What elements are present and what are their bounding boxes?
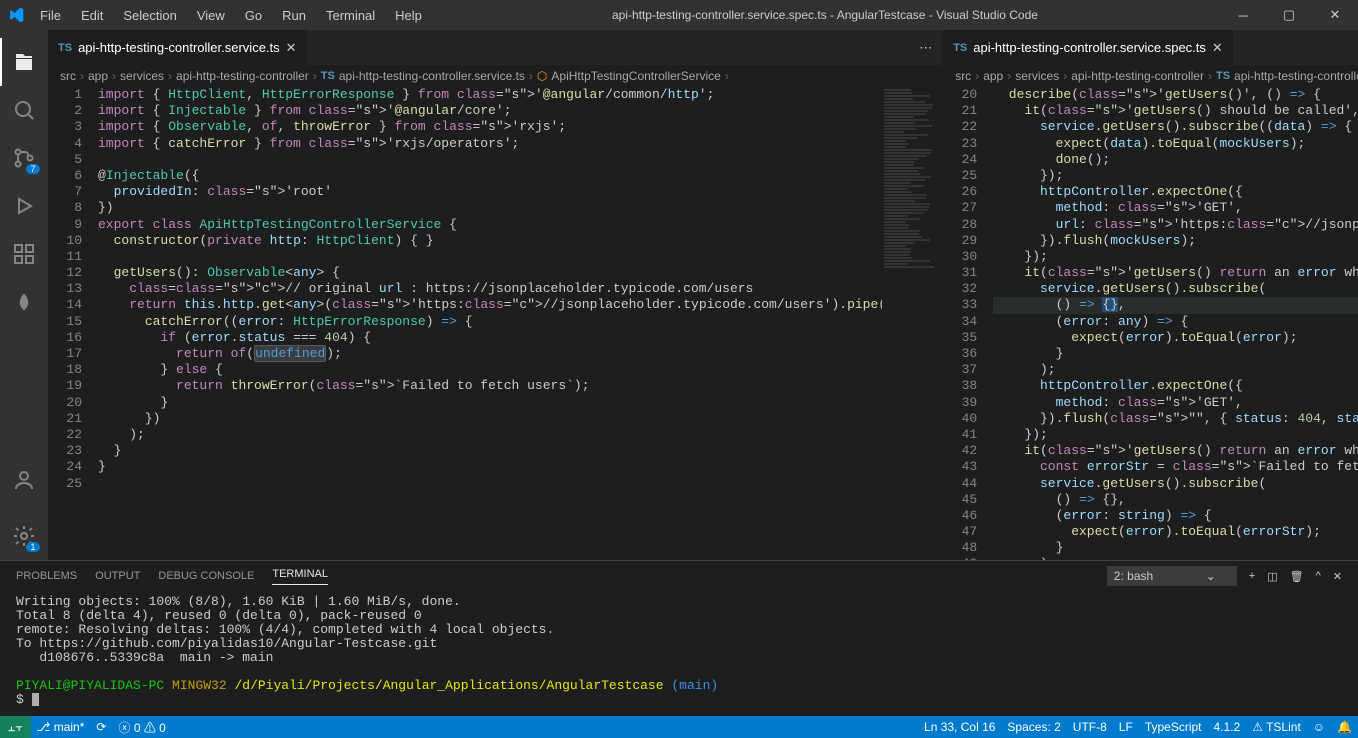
scm-badge: 7 xyxy=(26,164,40,174)
menu-help[interactable]: Help xyxy=(387,4,430,27)
indent-indicator[interactable]: Spaces: 2 xyxy=(1001,720,1066,734)
kill-terminal-icon[interactable]: 🗑 xyxy=(1290,570,1304,583)
language-indicator[interactable]: TypeScript xyxy=(1139,720,1208,734)
menubar: File Edit Selection View Go Run Terminal… xyxy=(32,4,430,27)
tab-label: api-http-testing-controller.service.ts xyxy=(78,40,280,55)
panel-tab-problems[interactable]: PROBLEMS xyxy=(16,570,77,582)
breadcrumb-left[interactable]: src› app› services› api-http-testing-con… xyxy=(48,65,942,87)
editor-pane-left: TS api-http-testing-controller.service.t… xyxy=(48,30,943,560)
breadcrumb-right[interactable]: src› app› services› api-http-testing-con… xyxy=(943,65,1358,87)
close-icon[interactable]: ✕ xyxy=(286,40,297,56)
vscode-logo-icon xyxy=(8,7,24,23)
activity-bar: 7 1 xyxy=(0,30,48,560)
extensions-icon[interactable] xyxy=(0,230,48,278)
split-terminal-icon[interactable]: ◫ xyxy=(1267,570,1277,583)
accounts-icon[interactable] xyxy=(0,456,48,504)
more-icon[interactable]: ⋯ xyxy=(919,40,932,56)
editor-pane-right: TS api-http-testing-controller.service.s… xyxy=(943,30,1358,560)
source-control-icon[interactable]: 7 xyxy=(0,134,48,182)
notifications-icon[interactable]: 🔔 xyxy=(1331,720,1358,734)
code-editor-right[interactable]: 2021222324252627282930313233343536373839… xyxy=(943,87,1358,560)
run-debug-icon[interactable] xyxy=(0,182,48,230)
close-button[interactable]: ✕ xyxy=(1312,0,1358,30)
panel-tab-debug[interactable]: DEBUG CONSOLE xyxy=(158,570,254,582)
tab-right-file[interactable]: TS api-http-testing-controller.service.s… xyxy=(943,30,1233,65)
statusbar: ⫠⫟ ⎇ main* ⟳ ⓧ 0 ⚠ 0 Ln 33, Col 16 Space… xyxy=(0,716,1358,738)
maximize-button[interactable]: ▢ xyxy=(1266,0,1312,30)
menu-selection[interactable]: Selection xyxy=(115,4,184,27)
eol-indicator[interactable]: LF xyxy=(1113,720,1139,734)
typescript-icon: TS xyxy=(953,42,967,54)
explorer-icon[interactable] xyxy=(0,38,48,86)
terminal-body[interactable]: Writing objects: 100% (8/8), 1.60 KiB | … xyxy=(0,591,1358,716)
menu-file[interactable]: File xyxy=(32,4,69,27)
tab-left-file[interactable]: TS api-http-testing-controller.service.t… xyxy=(48,30,307,65)
menu-view[interactable]: View xyxy=(189,4,233,27)
panel-tab-output[interactable]: OUTPUT xyxy=(95,570,140,582)
branch-indicator[interactable]: ⎇ main* xyxy=(31,720,91,734)
sync-button[interactable]: ⟳ xyxy=(90,720,112,734)
bottom-panel: PROBLEMS OUTPUT DEBUG CONSOLE TERMINAL 2… xyxy=(0,560,1358,716)
cursor-position[interactable]: Ln 33, Col 16 xyxy=(918,720,1001,734)
menu-terminal[interactable]: Terminal xyxy=(318,4,383,27)
mongodb-icon[interactable] xyxy=(0,278,48,326)
menu-edit[interactable]: Edit xyxy=(73,4,111,27)
panel-tab-terminal[interactable]: TERMINAL xyxy=(272,568,328,585)
tslint-indicator[interactable]: ⚠ TSLint xyxy=(1246,720,1307,734)
settings-gear-icon[interactable]: 1 xyxy=(0,512,48,560)
panel-tabs: PROBLEMS OUTPUT DEBUG CONSOLE TERMINAL 2… xyxy=(0,561,1358,591)
minimap-left[interactable] xyxy=(882,87,942,560)
terminal-select[interactable]: 2: bash ⌄ xyxy=(1107,566,1237,586)
tab-row-right: TS api-http-testing-controller.service.s… xyxy=(943,30,1358,65)
ts-version[interactable]: 4.1.2 xyxy=(1208,720,1247,734)
titlebar: File Edit Selection View Go Run Terminal… xyxy=(0,0,1358,30)
encoding-indicator[interactable]: UTF-8 xyxy=(1067,720,1113,734)
minimize-button[interactable]: ─ xyxy=(1220,0,1266,30)
menu-run[interactable]: Run xyxy=(274,4,314,27)
tab-label: api-http-testing-controller.service.spec… xyxy=(973,40,1206,55)
problems-indicator[interactable]: ⓧ 0 ⚠ 0 xyxy=(112,719,171,736)
window-controls: ─ ▢ ✕ xyxy=(1220,0,1358,30)
window-title: api-http-testing-controller.service.spec… xyxy=(430,8,1220,22)
close-panel-icon[interactable]: ✕ xyxy=(1333,570,1342,583)
new-terminal-icon[interactable]: + xyxy=(1249,570,1255,582)
maximize-panel-icon[interactable]: ^ xyxy=(1316,570,1321,582)
close-icon[interactable]: ✕ xyxy=(1212,40,1223,56)
typescript-icon: TS xyxy=(58,42,72,54)
settings-badge: 1 xyxy=(26,542,40,552)
search-icon[interactable] xyxy=(0,86,48,134)
remote-button[interactable]: ⫠⫟ xyxy=(0,716,31,738)
feedback-icon[interactable]: ☺ xyxy=(1307,720,1331,734)
code-editor-left[interactable]: 1234567891011121314151617181920212223242… xyxy=(48,87,942,560)
editor-area: TS api-http-testing-controller.service.t… xyxy=(48,30,1358,560)
tab-row-left: TS api-http-testing-controller.service.t… xyxy=(48,30,942,65)
menu-go[interactable]: Go xyxy=(237,4,270,27)
